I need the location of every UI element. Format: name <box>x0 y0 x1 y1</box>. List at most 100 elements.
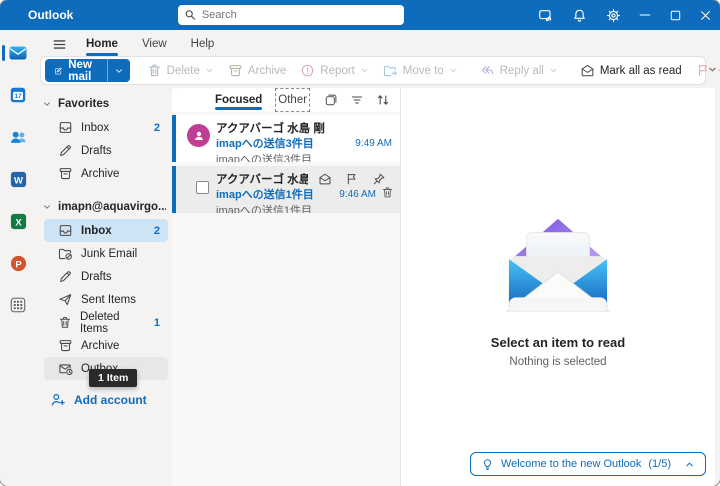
message-time: 9:49 AM <box>355 137 392 149</box>
folder-label: Sent Items <box>81 293 136 306</box>
feedback-button[interactable] <box>528 0 562 30</box>
avatar <box>187 124 210 147</box>
rail-excel-button[interactable]: X <box>0 206 36 236</box>
folder-junk-email[interactable]: Junk Email <box>44 242 168 265</box>
inbox-icon <box>59 225 72 236</box>
powerpoint-app-icon: P <box>10 255 26 271</box>
mark-all-as-read-button[interactable]: Mark all as read <box>573 59 689 82</box>
more-apps-icon <box>10 297 26 313</box>
pin-icon[interactable] <box>372 172 386 186</box>
excel-app-icon: X <box>10 213 26 229</box>
maximize-button[interactable] <box>660 0 690 30</box>
empty-state: Select an item to read Nothing is select… <box>401 213 715 368</box>
folder-sent-items[interactable]: Sent Items <box>44 288 168 311</box>
rail-calendar-button[interactable]: 17 <box>0 80 36 110</box>
folder-archive[interactable]: Archive <box>44 334 168 357</box>
inbox-icon <box>59 122 72 133</box>
tab-help[interactable]: Help <box>179 34 227 54</box>
favorites-folder-drafts[interactable]: Drafts <box>44 139 168 162</box>
chevron-up-icon <box>686 462 693 466</box>
message-list-pane: Focused Other アクアバーゴ 水島 剛 imapへの送信3件目 9:… <box>172 88 400 486</box>
settings-button[interactable] <box>596 0 630 30</box>
reply-all-icon <box>481 66 493 75</box>
ribbon-collapse-button[interactable] <box>707 64 718 75</box>
rail-word-button[interactable]: W <box>0 164 36 194</box>
chevron-down-icon <box>361 68 367 73</box>
search-icon <box>185 10 196 20</box>
minimize-icon <box>639 14 651 16</box>
new-mail-split-button[interactable] <box>106 59 130 82</box>
app-title: Outlook <box>28 8 74 22</box>
message-sender: アクアバーゴ 水島... <box>216 174 308 186</box>
search-input[interactable] <box>201 9 398 21</box>
favorites-folder-inbox[interactable]: Inbox 2 <box>44 116 168 139</box>
compose-icon <box>55 67 62 74</box>
rail-people-button[interactable] <box>0 122 36 152</box>
report-button: Report <box>293 59 376 82</box>
sort-icon[interactable] <box>376 93 390 107</box>
svg-text:P: P <box>15 259 22 270</box>
hamburger-icon <box>53 39 65 49</box>
new-mail-button[interactable]: New mail <box>45 58 130 83</box>
unread-count: 2 <box>153 224 160 237</box>
mail-app-icon <box>9 46 27 60</box>
empty-state-subtitle: Nothing is selected <box>509 356 607 368</box>
flag-icon[interactable] <box>345 172 359 186</box>
welcome-callout-label: Welcome to the new Outlook <box>500 458 642 470</box>
message-row[interactable]: アクアバーゴ 水島 剛 imapへの送信3件目 9:49 AM imapへの送信… <box>172 115 400 162</box>
search-bar[interactable] <box>178 5 404 25</box>
move-to-label: Move to <box>402 64 444 77</box>
tab-view[interactable]: View <box>130 34 179 54</box>
empty-state-title: Select an item to read <box>490 335 626 350</box>
add-account-button[interactable]: Add account <box>50 392 172 408</box>
delete-message-button[interactable] <box>381 186 394 199</box>
account-section-header[interactable]: imapn@aquavirgo.... <box>42 197 172 217</box>
chevron-down-icon <box>115 68 122 73</box>
archive-icon <box>59 168 72 180</box>
minimize-button[interactable] <box>630 0 660 30</box>
rail-more-apps-button[interactable] <box>0 290 36 320</box>
folder-deleted-items[interactable]: Deleted Items 1 <box>44 311 168 335</box>
filter-icon[interactable] <box>350 93 364 107</box>
reply-all-label: Reply all <box>499 64 544 77</box>
feedback-icon <box>538 9 551 21</box>
archive-button: Archive <box>221 59 293 82</box>
message-row[interactable]: アクアバーゴ 水島... imapへの送信1件目 9:46 AM imapへの送… <box>172 166 400 213</box>
folder-drafts[interactable]: Drafts <box>44 265 168 288</box>
message-checkbox[interactable] <box>196 181 209 194</box>
delete-button: Delete <box>140 59 221 82</box>
reply-all-button: Reply all <box>473 59 565 82</box>
favorites-folder-archive[interactable]: Archive <box>44 162 168 185</box>
move-folder-icon <box>383 65 397 77</box>
app-rail: 17 W X P <box>0 30 36 486</box>
move-to-button: Move to <box>376 59 465 82</box>
folder-pane: Favorites Inbox 2 Drafts Archive imapn@a… <box>36 88 172 486</box>
calendar-app-icon: 17 <box>10 87 26 103</box>
folder-label: Drafts <box>81 270 112 283</box>
tab-other[interactable]: Other <box>275 88 311 112</box>
close-button[interactable] <box>690 0 720 30</box>
favorites-section-header[interactable]: Favorites <box>42 94 172 114</box>
new-mail-label: New mail <box>68 58 92 83</box>
mail-read-icon <box>581 64 594 77</box>
folder-inbox[interactable]: Inbox 2 <box>44 219 168 242</box>
chevron-down-icon <box>206 68 213 73</box>
new-mail-main[interactable]: New mail <box>45 58 107 83</box>
rail-mail-button[interactable] <box>0 38 36 68</box>
chevron-down-icon <box>450 68 456 73</box>
account-header-label: imapn@aquavirgo.... <box>58 201 166 213</box>
folder-pane-toggle-button[interactable] <box>44 33 74 55</box>
message-preview: imapへの送信1件目 <box>216 205 312 213</box>
tab-focused[interactable]: Focused <box>215 91 263 110</box>
ribbon-tab-row: Home View Help <box>36 32 720 56</box>
notifications-button[interactable] <box>562 0 596 30</box>
select-all-icon[interactable] <box>324 93 338 107</box>
welcome-callout-button[interactable]: Welcome to the new Outlook (1/5) <box>469 452 706 476</box>
add-account-label: Add account <box>74 393 147 407</box>
tab-home[interactable]: Home <box>74 34 130 56</box>
reading-pane: Select an item to read Nothing is select… <box>400 88 715 486</box>
notifications-icon <box>573 9 585 22</box>
rail-powerpoint-button[interactable]: P <box>0 248 36 278</box>
mark-read-icon[interactable] <box>318 172 332 186</box>
outbox-icon <box>59 364 73 376</box>
